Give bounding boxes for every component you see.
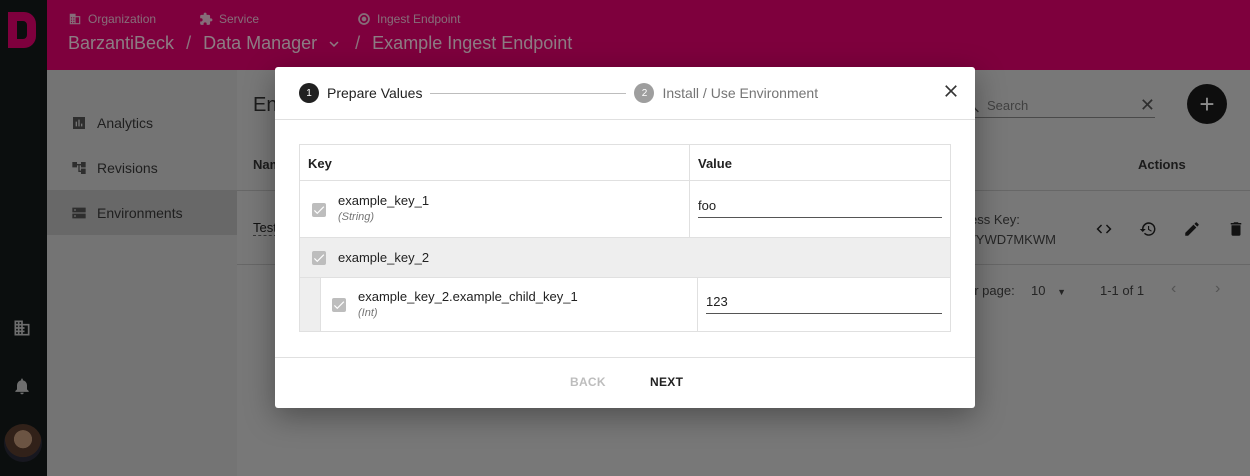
key-type: (String) (338, 211, 375, 223)
dialog-divider (275, 357, 975, 358)
value-input[interactable]: foo (698, 195, 942, 218)
group-row: example_key_2 (300, 237, 950, 278)
step-2-label: Install / Use Environment (662, 85, 819, 101)
table-header: Key Value (300, 145, 950, 181)
values-table: Key Value example_key_1 (String) foo exa… (299, 144, 951, 332)
checkmark-icon (313, 254, 325, 263)
checkmark-icon (313, 206, 325, 215)
next-button[interactable]: NEXT (650, 375, 683, 389)
indent-divider (320, 278, 321, 331)
step-1-number: 1 (299, 83, 319, 103)
back-button[interactable]: BACK (570, 375, 606, 389)
value-column-header: Value (698, 156, 732, 171)
row-checkbox[interactable] (312, 203, 326, 217)
stepper: 1 Prepare Values 2 Install / Use Environ… (299, 83, 818, 103)
dialog-divider (275, 119, 975, 120)
column-divider (689, 145, 690, 237)
child-key-name: example_key_2.example_child_key_1 (358, 289, 578, 304)
group-key-name: example_key_2 (338, 250, 430, 265)
key-name: example_key_1 (338, 193, 430, 208)
child-indent (300, 278, 320, 331)
child-key-type: (Int) (358, 307, 378, 319)
step-connector (430, 92, 627, 94)
step-1-label: Prepare Values (327, 85, 423, 101)
prepare-values-dialog: 1 Prepare Values 2 Install / Use Environ… (275, 67, 975, 408)
child-value-input[interactable]: 123 (706, 291, 942, 314)
column-divider (697, 278, 698, 331)
checkmark-icon (333, 301, 345, 310)
key-column-header: Key (308, 156, 332, 171)
close-icon[interactable] (941, 81, 961, 101)
child-row-checkbox[interactable] (332, 298, 346, 312)
group-checkbox[interactable] (312, 251, 326, 265)
step-2-number: 2 (634, 83, 655, 103)
